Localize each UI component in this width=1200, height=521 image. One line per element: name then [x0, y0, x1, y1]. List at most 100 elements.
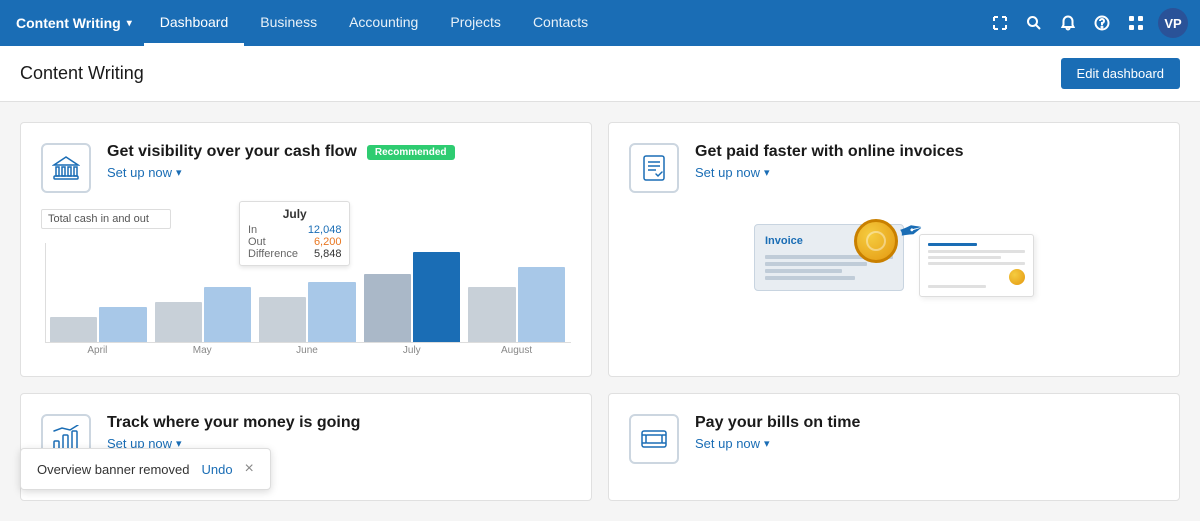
question-icon[interactable]	[1090, 11, 1114, 35]
online-invoices-title-area: Get paid faster with online invoices Set…	[695, 143, 1159, 180]
pay-bills-arrow-icon: ▾	[764, 437, 770, 450]
nav-links: Dashboard Business Accounting Projects C…	[144, 0, 604, 46]
bar-april-blue	[99, 307, 146, 342]
pay-bills-setup-link[interactable]: Set up now ▾	[695, 436, 1159, 451]
nav-business[interactable]: Business	[244, 0, 333, 46]
cash-flow-title: Get visibility over your cash flow	[107, 143, 357, 161]
bar-group-august	[468, 267, 565, 342]
online-invoices-title-row: Get paid faster with online invoices	[695, 143, 1159, 161]
search-icon[interactable]	[1022, 11, 1046, 35]
bar-group-may	[155, 287, 252, 342]
tooltip-in-label: In	[248, 224, 257, 236]
bank-icon	[52, 154, 80, 182]
invoice-line-2	[765, 262, 867, 266]
chart-tooltip: July In 12,048 Out 6,200 Difference 5,84…	[239, 201, 350, 266]
invoice-preview-card	[919, 234, 1034, 297]
inv-coin-area	[928, 269, 1025, 285]
bell-icon[interactable]	[1056, 11, 1080, 35]
bar-june-gray	[259, 297, 306, 342]
tooltip-diff-value: 5,848	[314, 248, 342, 260]
tooltip-diff-row: Difference 5,848	[248, 248, 341, 260]
online-invoices-card: Get paid faster with online invoices Set…	[608, 122, 1180, 377]
nav-contacts[interactable]: Contacts	[517, 0, 604, 46]
cash-flow-title-area: Get visibility over your cash flow Recom…	[107, 143, 571, 180]
cash-flow-card: Get visibility over your cash flow Recom…	[20, 122, 592, 377]
x-label-june: June	[259, 345, 356, 356]
edit-dashboard-button[interactable]: Edit dashboard	[1061, 58, 1180, 89]
apps-icon[interactable]	[1124, 11, 1148, 35]
pay-bills-header: Pay your bills on time Set up now ▾	[629, 414, 1159, 464]
brand-name: Content Writing	[16, 15, 121, 31]
inv-line-a	[928, 250, 1025, 253]
bar-june-blue	[308, 282, 355, 342]
track-money-title-area: Track where your money is going Set up n…	[107, 414, 571, 451]
nav-dashboard[interactable]: Dashboard	[144, 0, 245, 46]
bar-april-gray	[50, 317, 97, 342]
inv-line-b	[928, 256, 1001, 259]
cash-flow-chart-area: Total cash in and out July In 12,048 Out…	[41, 209, 571, 356]
bar-august-blue	[518, 267, 565, 342]
tooltip-month: July	[248, 207, 341, 221]
chart-total-label: Total cash in and out	[41, 209, 171, 229]
online-invoices-header: Get paid faster with online invoices Set…	[629, 143, 1159, 193]
toast-notification: Overview banner removed Undo ×	[20, 448, 271, 490]
invoices-setup-arrow-icon: ▾	[764, 166, 770, 179]
x-label-july: July	[363, 345, 460, 356]
invoice-illustration: Invoice ✒	[629, 209, 1159, 349]
bar-group-june	[259, 282, 356, 342]
bills-icon	[640, 425, 668, 453]
cash-flow-setup-link[interactable]: Set up now ▾	[107, 165, 571, 180]
top-navigation: Content Writing ▾ Dashboard Business Acc…	[0, 0, 1200, 46]
user-avatar[interactable]: VP	[1158, 8, 1188, 38]
x-label-august: August	[468, 345, 565, 356]
brand-dropdown[interactable]: Content Writing ▾	[12, 15, 144, 31]
tooltip-out-value: 6,200	[314, 236, 342, 248]
track-money-title: Track where your money is going	[107, 414, 360, 432]
tooltip-in-value: 12,048	[308, 224, 342, 236]
toast-undo-button[interactable]: Undo	[201, 462, 232, 477]
bar-may-gray	[155, 302, 202, 342]
invoice-line-3	[765, 269, 842, 273]
bank-icon-wrapper	[41, 143, 91, 193]
bar-july-gray	[364, 274, 411, 342]
bar-august-gray	[468, 287, 515, 342]
invoice-line-4	[765, 276, 855, 280]
nav-right: VP	[988, 8, 1188, 38]
invoice-icon	[640, 154, 668, 182]
bar-group-april	[50, 307, 147, 342]
toast-close-button[interactable]: ×	[245, 461, 254, 477]
tooltip-diff-label: Difference	[248, 248, 298, 260]
setup-arrow-icon: ▾	[176, 166, 182, 179]
pay-bills-card: Pay your bills on time Set up now ▾	[608, 393, 1180, 501]
pay-bills-title: Pay your bills on time	[695, 414, 860, 432]
bills-icon-wrapper	[629, 414, 679, 464]
cash-flow-title-row: Get visibility over your cash flow Recom…	[107, 143, 571, 161]
page-title: Content Writing	[20, 63, 144, 84]
bar-group-july	[364, 252, 461, 342]
pay-bills-title-area: Pay your bills on time Set up now ▾	[695, 414, 1159, 451]
track-money-title-row: Track where your money is going	[107, 414, 571, 432]
tooltip-out-row: Out 6,200	[248, 236, 341, 248]
toast-message: Overview banner removed	[37, 462, 189, 477]
inv-coin-small	[1009, 269, 1025, 285]
expand-icon[interactable]	[988, 11, 1012, 35]
bar-july-blue	[413, 252, 460, 342]
invoice-icon-wrapper	[629, 143, 679, 193]
inv-blue-line	[928, 243, 977, 246]
online-invoices-title: Get paid faster with online invoices	[695, 143, 964, 161]
nav-projects[interactable]: Projects	[434, 0, 517, 46]
inv-line-d	[928, 285, 986, 288]
tooltip-out-label: Out	[248, 236, 266, 248]
brand-caret: ▾	[127, 18, 132, 29]
inv-line-c	[928, 262, 1025, 265]
x-axis-labels: April May June July August	[45, 343, 571, 356]
online-invoices-setup-link[interactable]: Set up now ▾	[695, 165, 1159, 180]
pay-bills-title-row: Pay your bills on time	[695, 414, 1159, 432]
x-label-may: May	[154, 345, 251, 356]
nav-accounting[interactable]: Accounting	[333, 0, 434, 46]
invoice-illustration-container: Invoice ✒	[754, 214, 1034, 344]
tooltip-in-row: In 12,048	[248, 224, 341, 236]
bar-may-blue	[204, 287, 251, 342]
x-label-april: April	[49, 345, 146, 356]
page-header: Content Writing Edit dashboard	[0, 46, 1200, 102]
